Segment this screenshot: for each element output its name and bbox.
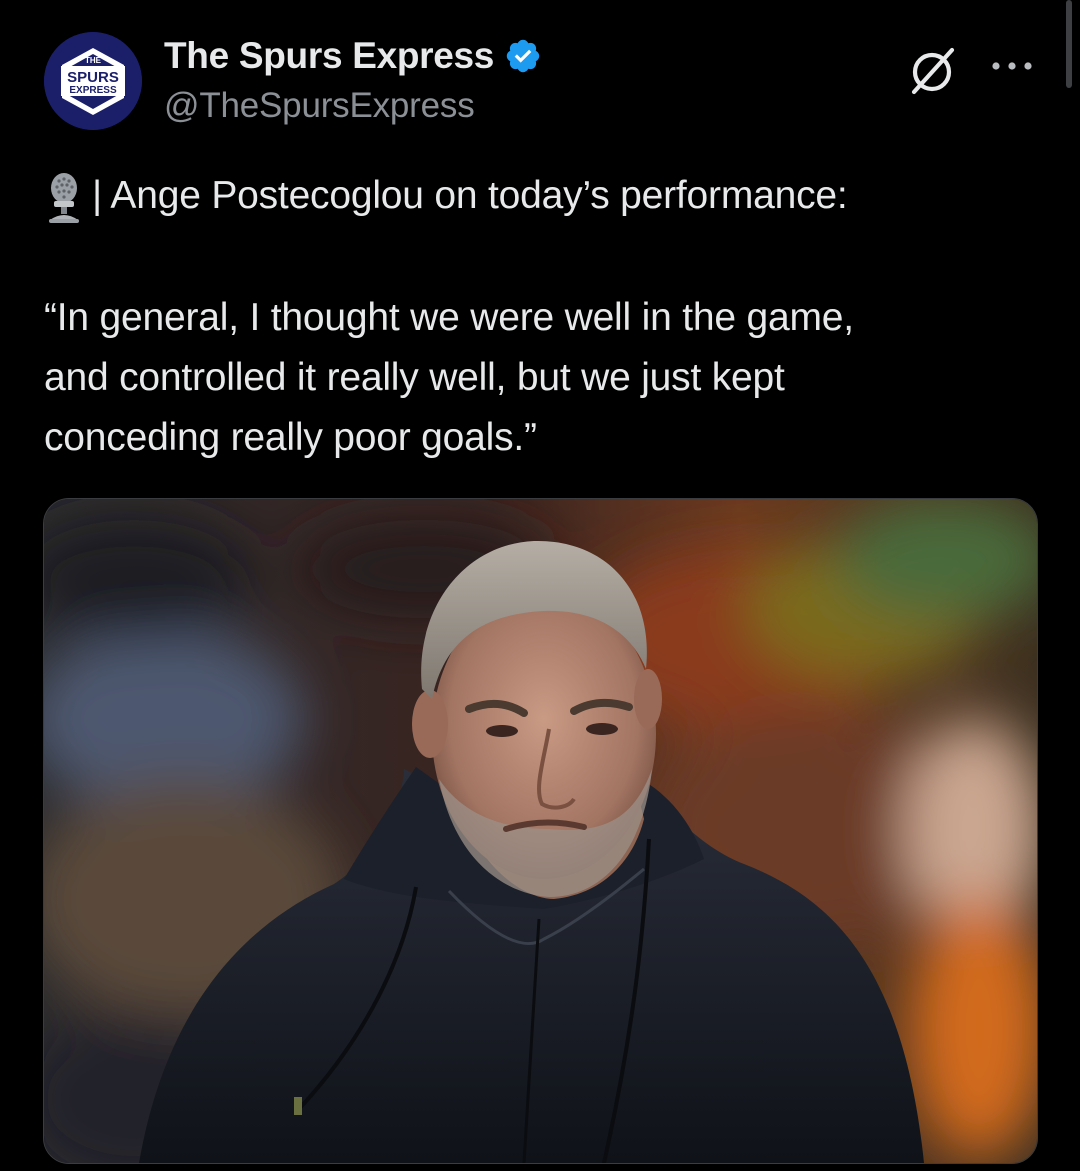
tweet-photo[interactable] bbox=[43, 498, 1038, 1164]
studio-microphone-icon bbox=[49, 173, 79, 223]
scrollbar[interactable] bbox=[1066, 0, 1072, 88]
quote-line: conceding really poor goals.” bbox=[44, 416, 537, 459]
logo-main-text: SPURS bbox=[67, 69, 119, 86]
tweet-lead-text: | Ange Postecoglou on today’s performanc… bbox=[92, 174, 848, 217]
tweet-text: | Ange Postecoglou on today’s performanc… bbox=[44, 166, 1044, 468]
logo-sub-text: EXPRESS bbox=[69, 85, 117, 96]
tweet: THE SPURS EXPRESS The Spurs Express @The… bbox=[0, 0, 1080, 1171]
quote-line: “In general, I thought we were well in t… bbox=[44, 296, 854, 339]
verified-badge-icon[interactable] bbox=[504, 37, 542, 75]
author-handle[interactable]: @TheSpursExpress bbox=[164, 86, 542, 126]
author-name-row: The Spurs Express bbox=[164, 34, 542, 78]
photo-man-in-dark-jacket bbox=[44, 499, 1037, 1163]
more-options-icon[interactable] bbox=[990, 56, 1034, 76]
tweet-lead-line: | Ange Postecoglou on today’s performanc… bbox=[44, 166, 1044, 226]
quote-line: and controlled it really well, but we ju… bbox=[44, 356, 785, 399]
author-display-name[interactable]: The Spurs Express bbox=[164, 35, 494, 77]
grok-icon[interactable] bbox=[908, 44, 960, 96]
logo-small-text: THE bbox=[85, 56, 102, 65]
author-avatar[interactable]: THE SPURS EXPRESS bbox=[44, 32, 142, 130]
author-info: The Spurs Express @TheSpursExpress bbox=[164, 34, 542, 126]
spurs-express-logo: THE SPURS EXPRESS bbox=[44, 32, 142, 130]
